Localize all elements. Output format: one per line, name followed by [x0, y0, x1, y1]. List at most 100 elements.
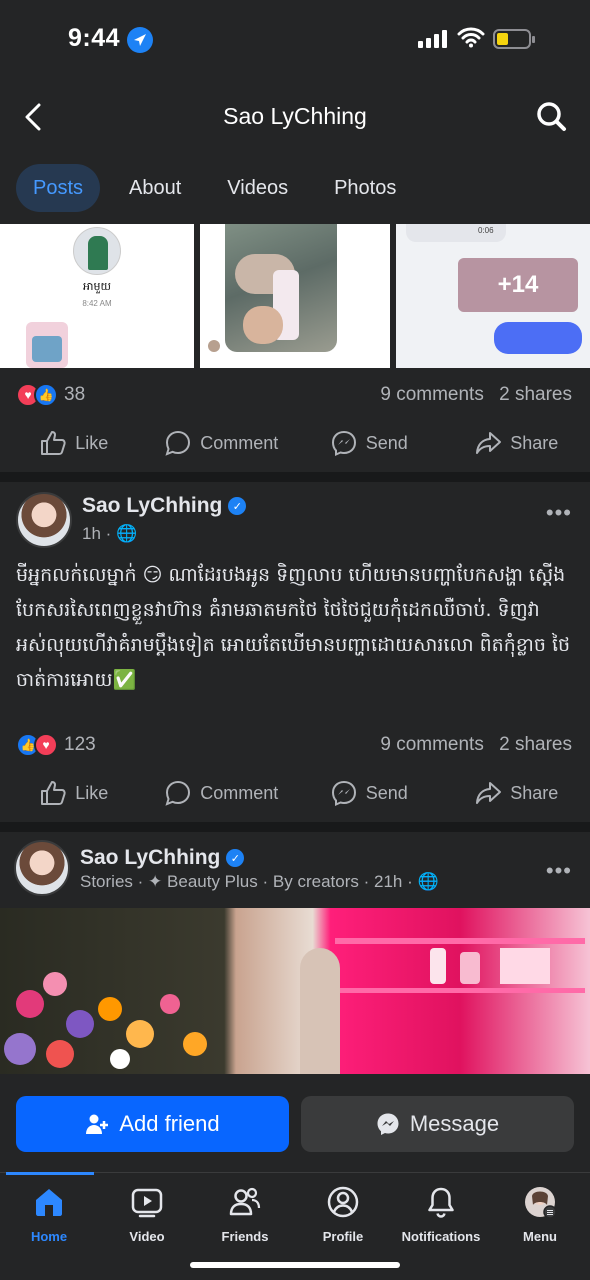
top-bar: Sao LyChhing	[0, 86, 590, 148]
reaction-count: 38	[64, 384, 86, 405]
wifi-icon	[457, 27, 485, 48]
chat-photo	[26, 322, 68, 368]
post-meta: 1h · 🌐	[82, 524, 138, 543]
nav-friends-label: Friends	[221, 1229, 269, 1244]
meta-effect[interactable]: Beauty Plus	[167, 872, 258, 891]
like-icon	[41, 431, 66, 455]
search-icon	[537, 102, 566, 131]
nav-home[interactable]: Home	[0, 1185, 98, 1244]
profile-tabs: Posts About Videos Photos	[16, 164, 425, 214]
share-button[interactable]: Share	[443, 415, 590, 471]
flowers-image	[4, 972, 207, 1069]
meta-stories: Stories	[80, 872, 133, 891]
post-time: 21h	[374, 872, 403, 891]
send-label: Send	[365, 782, 408, 803]
like-label: Like	[75, 432, 109, 453]
tab-photos[interactable]: Photos	[317, 164, 413, 212]
send-button[interactable]: Send	[295, 765, 443, 821]
nav-video-label: Video	[129, 1229, 165, 1244]
battery-icon	[493, 29, 535, 49]
location-arrow-icon	[127, 27, 153, 53]
messenger-icon	[377, 1113, 399, 1135]
author-name: Sao LyChhing	[80, 846, 221, 869]
reaction-summary[interactable]: ♥ 👍 38	[16, 383, 85, 407]
media-thumbnail[interactable]	[200, 224, 390, 368]
avatar[interactable]	[14, 840, 70, 896]
status-bar: 9:44	[0, 0, 590, 80]
shares-count[interactable]: 2 shares	[499, 734, 572, 755]
comment-icon	[165, 780, 191, 806]
comments-count[interactable]: 9 comments	[380, 734, 483, 755]
verified-badge-icon: ✓	[228, 497, 247, 515]
page-title: Sao LyChhing	[223, 103, 367, 129]
photo-image	[225, 224, 337, 352]
search-button[interactable]	[536, 100, 568, 134]
send-label: Send	[365, 432, 408, 453]
like-icon	[41, 781, 66, 805]
home-indicator	[190, 1262, 400, 1268]
voice-duration: 0:06	[478, 226, 494, 235]
add-user-icon	[86, 1114, 109, 1134]
avatar[interactable]	[16, 492, 72, 548]
tab-about[interactable]: About	[112, 164, 198, 212]
tab-posts[interactable]: Posts	[16, 164, 101, 212]
love-reaction-icon: ♥	[34, 733, 58, 757]
share-icon	[476, 432, 502, 454]
active-tab-indicator	[6, 1172, 94, 1175]
sparkle-icon: ✦	[148, 872, 163, 891]
comment-button[interactable]: Comment	[148, 765, 296, 821]
nav-menu[interactable]: Menu	[491, 1185, 589, 1244]
comment-button[interactable]: Comment	[148, 415, 296, 471]
meta-by: By creators	[272, 872, 359, 891]
like-button[interactable]: Like	[0, 415, 148, 471]
share-label: Share	[510, 782, 559, 803]
comment-label: Comment	[200, 782, 279, 803]
nav-friends[interactable]: Friends	[196, 1185, 294, 1244]
chat-avatar	[73, 227, 121, 275]
nav-notifications-label: Notifications	[401, 1229, 481, 1244]
like-button[interactable]: Like	[0, 765, 148, 821]
messenger-icon	[331, 780, 356, 807]
share-label: Share	[510, 432, 559, 453]
post-author[interactable]: Sao LyChhing ✓	[80, 846, 245, 870]
shares-count[interactable]: 2 shares	[499, 384, 572, 405]
post-time: 1h	[82, 524, 101, 543]
like-label: Like	[75, 782, 109, 803]
messenger-icon	[331, 430, 356, 457]
story-media[interactable]	[0, 908, 590, 1074]
nav-profile[interactable]: Profile	[294, 1185, 392, 1244]
more-options-button[interactable]: •••	[546, 858, 572, 884]
add-friend-label: Add friend	[119, 1111, 220, 1136]
nav-home-label: Home	[30, 1229, 68, 1244]
add-friend-button[interactable]: Add friend	[16, 1096, 289, 1152]
status-time: 9:44	[68, 24, 121, 52]
cellular-signal-icon	[418, 30, 447, 48]
post-media-grid: អាមួយ 8:42 AM 0:06 +14	[0, 224, 590, 368]
media-thumbnail[interactable]: 0:06 +14	[396, 224, 590, 368]
verified-badge-icon: ✓	[226, 849, 245, 867]
send-button[interactable]: Send	[295, 415, 443, 471]
nav-profile-label: Profile	[322, 1229, 364, 1244]
comments-count[interactable]: 9 comments	[380, 384, 483, 405]
reaction-summary[interactable]: 👍 ♥ 123	[16, 733, 96, 757]
post-text: មីអ្នកលក់លេម្នាក់ 😏 ណាដែរបងអូន ទិញលាប ហើ…	[16, 564, 571, 691]
media-thumbnail[interactable]: អាមួយ 8:42 AM	[0, 224, 194, 368]
message-button[interactable]: Message	[301, 1096, 574, 1152]
reaction-count: 123	[64, 734, 96, 755]
bell-icon	[428, 1187, 454, 1218]
nav-menu-label: Menu	[523, 1229, 557, 1244]
post-actions: Like Comment Send Share	[0, 765, 590, 821]
more-options-button[interactable]: •••	[546, 500, 572, 526]
share-button[interactable]: Share	[443, 765, 590, 821]
post-divider	[0, 472, 590, 482]
post-header: Sao LyChhing ✓ 1h · 🌐 •••	[0, 492, 590, 556]
post-divider	[0, 822, 590, 832]
nav-notifications[interactable]: Notifications	[392, 1185, 490, 1244]
globe-icon: 🌐	[116, 524, 138, 543]
nav-video[interactable]: Video	[98, 1185, 196, 1244]
tab-videos[interactable]: Videos	[210, 164, 305, 212]
chat-caption: អាមួយ	[83, 280, 111, 293]
author-name: Sao LyChhing	[82, 494, 223, 517]
comment-icon	[165, 430, 191, 456]
post-author[interactable]: Sao LyChhing ✓	[82, 494, 247, 518]
